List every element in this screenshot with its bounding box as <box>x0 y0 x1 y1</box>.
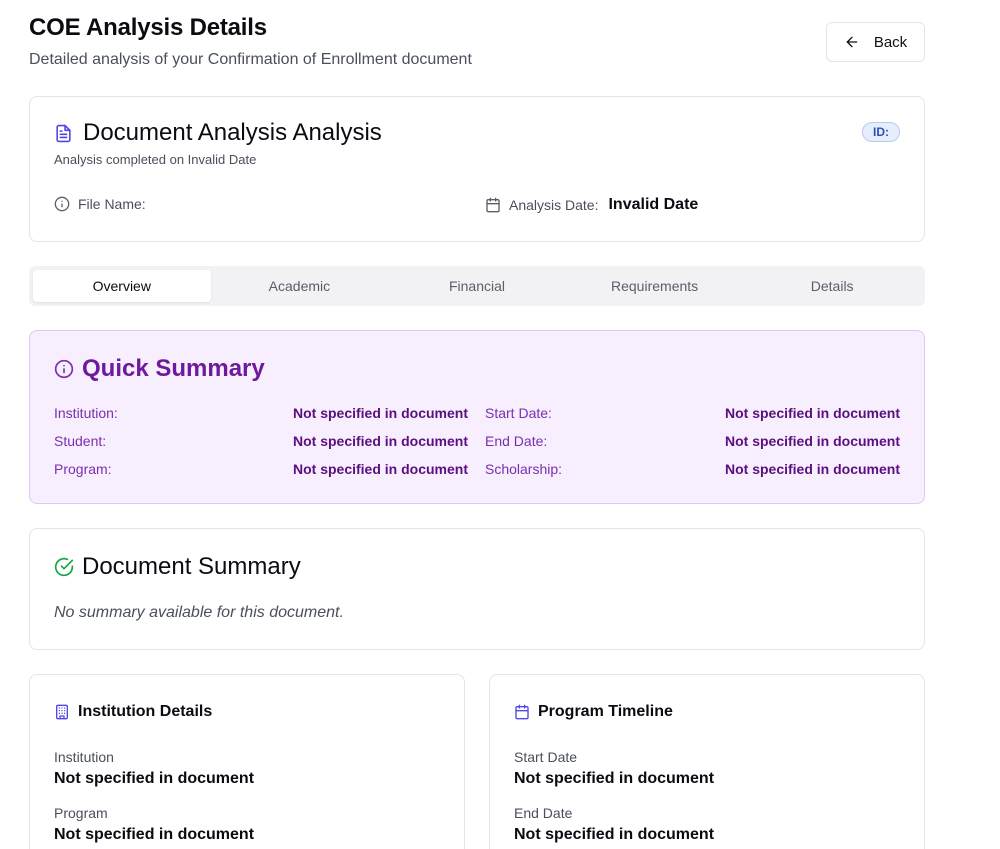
summary-value-scholarship: Not specified in document <box>724 461 900 477</box>
tab-details[interactable]: Details <box>743 270 921 302</box>
field-value-institution: Not specified in document <box>54 770 255 787</box>
id-badge: ID: <box>862 122 900 142</box>
summary-label-start-date: Start Date: <box>485 405 552 421</box>
back-button-label: Back <box>873 33 908 51</box>
analysis-tabs: Overview Academic Financial Requirements… <box>29 266 925 306</box>
calendar-icon <box>486 197 500 213</box>
tab-overview[interactable]: Overview <box>33 270 211 302</box>
file-name-meta: File Name: <box>54 196 154 212</box>
summary-value-program: Not specified in document <box>292 461 468 477</box>
summary-value-institution: Not specified in document <box>292 405 468 421</box>
page-subtitle: Detailed analysis of your Confirmation o… <box>29 51 472 68</box>
institution-details-card: Institution Details Institution Not spec… <box>29 674 465 849</box>
file-text-icon <box>56 124 71 142</box>
info-icon <box>54 196 70 212</box>
quick-summary-card: Quick Summary Institution: Not specified… <box>29 330 925 504</box>
summary-value-student: Not specified in document <box>292 433 468 449</box>
check-circle-icon <box>54 557 74 577</box>
program-timeline-title: Program Timeline <box>538 703 673 720</box>
quick-summary-title: Quick Summary <box>82 355 265 382</box>
tab-academic[interactable]: Academic <box>211 270 389 302</box>
field-label-program: Program <box>54 805 108 821</box>
program-timeline-card: Program Timeline Start Date Not specifie… <box>489 674 925 849</box>
calendar-icon <box>515 704 529 720</box>
analysis-date-label: Analysis Date: <box>509 197 599 213</box>
field-value-end-date: Not specified in document <box>514 826 715 843</box>
summary-label-student: Student: <box>54 433 107 449</box>
document-summary-card: Document Summary No summary available fo… <box>29 528 925 650</box>
summary-label-institution: Institution: <box>54 405 118 421</box>
analysis-date-value: Invalid Date <box>608 196 699 213</box>
tab-financial[interactable]: Financial <box>388 270 566 302</box>
summary-label-program: Program: <box>54 461 112 477</box>
info-icon <box>54 359 74 379</box>
back-button[interactable]: Back <box>826 22 925 62</box>
field-label-start-date: Start Date <box>514 749 578 765</box>
summary-label-scholarship: Scholarship: <box>485 461 563 477</box>
institution-details-title: Institution Details <box>78 703 213 720</box>
field-value-start-date: Not specified in document <box>514 770 715 787</box>
summary-label-end-date: End Date: <box>485 433 548 449</box>
analysis-completed-text: Analysis completed on Invalid Date <box>54 152 257 167</box>
document-title: Document Analysis Analysis <box>83 119 382 146</box>
document-summary-title: Document Summary <box>82 553 301 580</box>
page-title: COE Analysis Details <box>29 14 267 41</box>
file-name-label: File Name: <box>78 196 146 212</box>
field-label-institution: Institution <box>54 749 114 765</box>
summary-value-start-date: Not specified in document <box>724 405 900 421</box>
document-analysis-card: Document Analysis Analysis Analysis comp… <box>29 96 925 242</box>
field-label-end-date: End Date <box>514 805 573 821</box>
analysis-date-meta: Analysis Date: Invalid Date <box>485 196 698 214</box>
field-value-program: Not specified in document <box>54 826 255 843</box>
summary-value-end-date: Not specified in document <box>724 433 900 449</box>
building-icon <box>56 704 68 720</box>
document-summary-text: No summary available for this document. <box>54 604 344 621</box>
tab-requirements[interactable]: Requirements <box>566 270 744 302</box>
arrow-left-icon <box>846 36 858 48</box>
